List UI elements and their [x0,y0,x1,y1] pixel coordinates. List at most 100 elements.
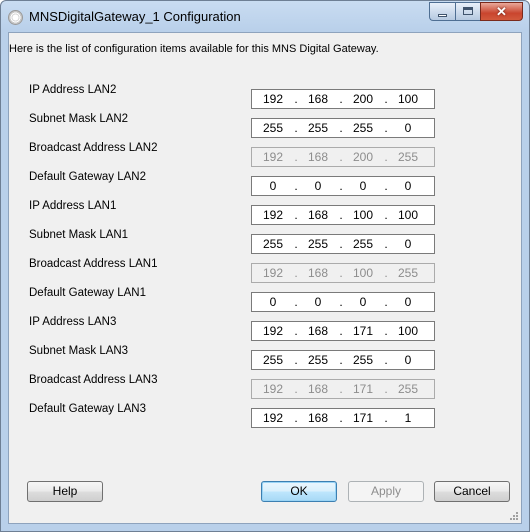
octet-separator: . [339,295,343,309]
intro-text: Here is the list of configuration items … [9,43,379,55]
config-label: IP Address LAN1 [29,200,117,212]
minimize-icon [438,14,447,17]
ip-octet[interactable]: 171 [346,411,380,425]
config-label: Broadcast Address LAN2 [29,142,158,154]
ip-octet[interactable]: 192 [256,92,290,106]
ip-octet: 168 [307,382,329,396]
resize-grip-icon[interactable] [508,510,518,520]
octet-separator: . [384,411,388,425]
ip-octet[interactable]: 255 [256,353,290,367]
ok-button[interactable]: OK [261,481,337,502]
ip-address-field[interactable]: 192. 168. 171. 1 [251,408,435,428]
ip-address-field[interactable]: 0.0.0.0 [251,176,435,196]
minimize-button[interactable] [429,2,455,21]
ip-address-field[interactable]: 255. 255. 255. 0 [251,118,435,138]
ip-octet[interactable]: 255 [346,353,380,367]
ip-octet[interactable]: 255 [256,237,290,251]
octet-separator: . [339,121,343,135]
octet-separator: . [294,324,298,338]
octet-separator: . [384,179,388,193]
ip-octet[interactable]: 255 [301,121,335,135]
ip-octet[interactable]: 0 [391,121,425,135]
octet-separator: . [294,179,298,193]
octet-separator: . [294,353,298,367]
octet-separator: . [294,208,298,222]
ip-octet[interactable]: 0 [391,295,425,309]
ip-octet[interactable]: 0 [256,179,290,193]
ip-address-field[interactable]: 192. 168. 171. 100 [251,321,435,341]
dialog-content: Here is the list of configuration items … [8,32,522,524]
title-bar[interactable]: MNSDigitalGateway_1 Configuration ✕ [1,1,529,33]
ip-octet[interactable]: 100 [346,208,380,222]
ip-octet: 192 [262,382,284,396]
ip-octet[interactable]: 100 [391,92,425,106]
octet-separator: . [339,208,343,222]
config-label: Default Gateway LAN1 [29,287,146,299]
octet-separator: . [384,92,388,106]
ip-octet[interactable]: 1 [391,411,425,425]
ip-octet[interactable]: 0 [346,179,380,193]
ip-address-field[interactable]: 192. 168. 100. 100 [251,205,435,225]
ip-octet[interactable]: 0 [256,295,290,309]
octet-separator: . [294,237,298,251]
apply-button[interactable]: Apply [348,481,424,502]
octet-separator: . [384,208,388,222]
octet-separator: . [294,266,298,280]
config-label: IP Address LAN2 [29,84,117,96]
ip-octet[interactable]: 0 [346,295,380,309]
config-label: Broadcast Address LAN3 [29,374,158,386]
ip-octet[interactable]: 0 [391,237,425,251]
octet-separator: . [384,266,388,280]
ip-octet[interactable]: 0 [301,295,335,309]
octet-separator: . [294,382,298,396]
ip-octet[interactable]: 255 [346,237,380,251]
config-label: Default Gateway LAN2 [29,171,146,183]
ip-address-field: 192. 168. 171. 255 [251,379,435,399]
ip-octet: 255 [397,382,419,396]
ip-octet: 255 [397,266,419,280]
octet-separator: . [294,121,298,135]
ip-address-field[interactable]: 0.0.0.0 [251,292,435,312]
ip-octet[interactable]: 255 [301,353,335,367]
ip-address-field[interactable]: 255. 255. 255. 0 [251,234,435,254]
octet-separator: . [384,382,388,396]
close-button[interactable]: ✕ [480,2,523,21]
ip-octet[interactable]: 192 [256,324,290,338]
octet-separator: . [339,353,343,367]
ip-octet[interactable]: 192 [256,208,290,222]
ip-octet[interactable]: 200 [346,92,380,106]
config-label: Subnet Mask LAN1 [29,229,129,241]
octet-separator: . [339,324,343,338]
octet-separator: . [384,237,388,251]
ip-octet[interactable]: 255 [346,121,380,135]
ip-octet[interactable]: 0 [391,179,425,193]
cancel-button[interactable]: Cancel [434,481,510,502]
maximize-button[interactable] [455,2,480,21]
ip-octet[interactable]: 168 [301,208,335,222]
octet-separator: . [339,266,343,280]
help-button[interactable]: Help [27,481,103,502]
close-icon: ✕ [496,4,507,19]
ip-octet[interactable]: 171 [346,324,380,338]
ip-octet[interactable]: 168 [301,411,335,425]
octet-separator: . [339,150,343,164]
config-label: Default Gateway LAN3 [29,403,146,415]
ip-octet[interactable]: 192 [256,411,290,425]
ip-octet[interactable]: 168 [301,324,335,338]
ip-octet[interactable]: 168 [301,92,335,106]
ip-octet: 192 [262,150,284,164]
ip-octet: 171 [352,382,374,396]
ip-octet: 192 [262,266,284,280]
ip-octet[interactable]: 0 [391,353,425,367]
ip-octet[interactable]: 255 [256,121,290,135]
octet-separator: . [339,411,343,425]
ip-octet[interactable]: 255 [301,237,335,251]
ip-octet[interactable]: 100 [391,324,425,338]
ip-address-field[interactable]: 192. 168. 200. 100 [251,89,435,109]
ip-octet[interactable]: 0 [301,179,335,193]
caption-buttons: ✕ [429,2,523,21]
ip-octet[interactable]: 100 [391,208,425,222]
octet-separator: . [339,237,343,251]
octet-separator: . [384,295,388,309]
ip-address-field[interactable]: 255. 255. 255. 0 [251,350,435,370]
